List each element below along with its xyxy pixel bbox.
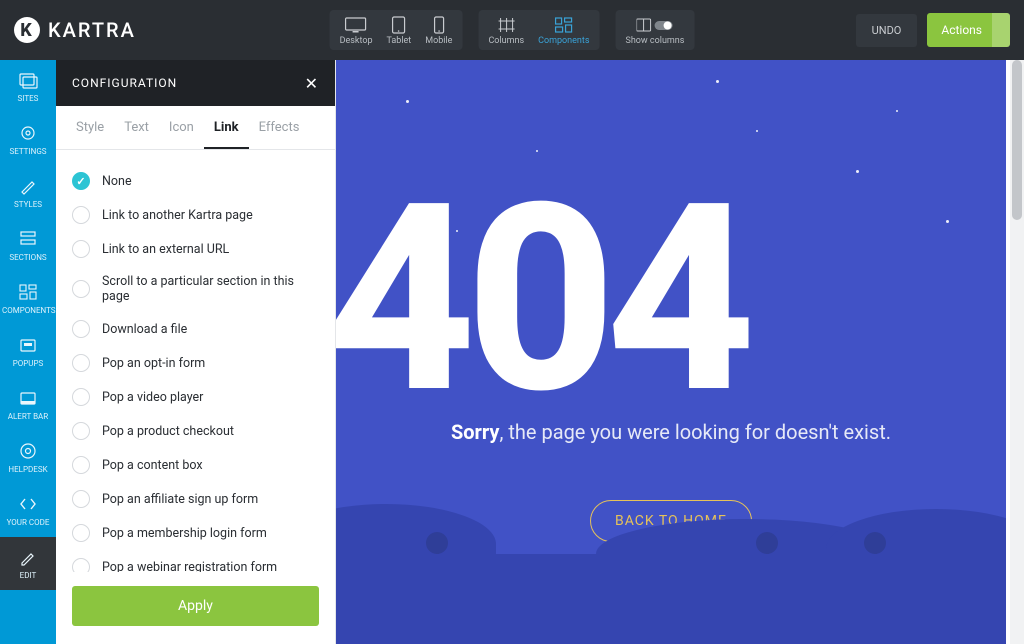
brand-mark-icon: K xyxy=(14,17,40,43)
canvas: 404 Sorry, the page you were looking for… xyxy=(336,60,1024,644)
option-kartra-page[interactable]: Link to another Kartra page xyxy=(72,198,319,232)
radio-icon xyxy=(72,280,90,298)
tab-link[interactable]: Link xyxy=(204,106,249,149)
rail-styles[interactable]: STYLES xyxy=(0,166,56,219)
radio-icon xyxy=(72,172,90,190)
radio-icon xyxy=(72,240,90,258)
columns-icon xyxy=(488,16,524,34)
tab-style[interactable]: Style xyxy=(66,106,114,149)
sections-icon xyxy=(2,229,54,249)
brand-text: KARTRA xyxy=(48,18,136,42)
radio-icon xyxy=(72,354,90,372)
viewport-mobile[interactable]: Mobile xyxy=(425,16,452,46)
showcols-group: Show columns xyxy=(615,10,694,50)
radio-icon xyxy=(72,206,90,224)
option-download[interactable]: Download a file xyxy=(72,312,319,346)
error-404-heading: 404 xyxy=(336,170,746,430)
ground-decor xyxy=(336,554,1006,644)
option-scroll-section[interactable]: Scroll to a particular section in this p… xyxy=(72,266,319,312)
rail-popups[interactable]: POPUPS xyxy=(0,325,56,378)
top-right: UNDO Actions xyxy=(856,13,1010,47)
top-bar: K KARTRA Desktop Tablet Mobile Columns xyxy=(0,0,1024,60)
tab-text[interactable]: Text xyxy=(114,106,159,149)
tab-icon[interactable]: Icon xyxy=(159,106,204,149)
config-panel: CONFIGURATION ✕ Style Text Icon Link Eff… xyxy=(56,60,336,644)
pencil-icon xyxy=(2,547,54,567)
viewport-desktop[interactable]: Desktop xyxy=(340,16,373,46)
panel-footer: Apply xyxy=(56,572,335,644)
gear-icon xyxy=(2,123,54,143)
layout-group: Columns Components xyxy=(478,10,599,50)
rail-yourcode[interactable]: YOUR CODE xyxy=(0,484,56,537)
vertical-scrollbar[interactable] xyxy=(1010,60,1024,644)
rail-edit[interactable]: EDIT xyxy=(0,537,56,590)
page-preview[interactable]: 404 Sorry, the page you were looking for… xyxy=(336,60,1006,644)
helpdesk-icon xyxy=(2,441,54,461)
toggle-icon xyxy=(625,16,684,34)
show-columns-toggle[interactable]: Show columns xyxy=(625,16,684,46)
panel-title: CONFIGURATION xyxy=(72,76,177,90)
radio-icon xyxy=(72,524,90,542)
tablet-icon xyxy=(387,16,412,34)
close-icon[interactable]: ✕ xyxy=(305,74,319,93)
panel-header: CONFIGURATION ✕ xyxy=(56,60,335,106)
radio-icon xyxy=(72,456,90,474)
radio-icon xyxy=(72,558,90,572)
components-grid-icon xyxy=(2,282,54,302)
viewport-group: Desktop Tablet Mobile xyxy=(330,10,463,50)
top-tool-groups: Desktop Tablet Mobile Columns Components xyxy=(330,10,695,50)
radio-icon xyxy=(72,388,90,406)
option-webinar[interactable]: Pop a webinar registration form xyxy=(72,550,319,572)
actions-button[interactable]: Actions xyxy=(927,13,1010,47)
mobile-icon xyxy=(425,16,452,34)
left-rail: SITES SETTINGS STYLES SECTIONS COMPONENT… xyxy=(0,60,56,644)
rail-sections[interactable]: SECTIONS xyxy=(0,219,56,272)
components-tool[interactable]: Components xyxy=(538,16,589,46)
rail-alertbar[interactable]: ALERT BAR xyxy=(0,378,56,431)
radio-icon xyxy=(72,490,90,508)
radio-icon xyxy=(72,320,90,338)
components-icon xyxy=(538,16,589,34)
option-external-url[interactable]: Link to an external URL xyxy=(72,232,319,266)
option-checkout[interactable]: Pop a product checkout xyxy=(72,414,319,448)
brand-logo: K KARTRA xyxy=(14,17,136,43)
rail-settings[interactable]: SETTINGS xyxy=(0,113,56,166)
scroll-thumb[interactable] xyxy=(1012,60,1022,220)
alertbar-icon xyxy=(2,388,54,408)
rail-components[interactable]: COMPONENTS xyxy=(0,272,56,325)
rail-sites[interactable]: SITES xyxy=(0,60,56,113)
columns-tool[interactable]: Columns xyxy=(488,16,524,46)
option-affiliate[interactable]: Pop an affiliate sign up form xyxy=(72,482,319,516)
radio-icon xyxy=(72,422,90,440)
desktop-icon xyxy=(340,16,373,34)
option-optin[interactable]: Pop an opt-in form xyxy=(72,346,319,380)
option-video[interactable]: Pop a video player xyxy=(72,380,319,414)
sites-icon xyxy=(2,70,54,90)
option-membership[interactable]: Pop a membership login form xyxy=(72,516,319,550)
rail-helpdesk[interactable]: HELPDESK xyxy=(0,431,56,484)
popup-icon xyxy=(2,335,54,355)
apply-button[interactable]: Apply xyxy=(72,586,319,626)
viewport-tablet[interactable]: Tablet xyxy=(387,16,412,46)
panel-tabs: Style Text Icon Link Effects xyxy=(56,106,335,150)
tab-effects[interactable]: Effects xyxy=(249,106,310,149)
option-contentbox[interactable]: Pop a content box xyxy=(72,448,319,482)
option-none[interactable]: None xyxy=(72,164,319,198)
error-message: Sorry, the page you were looking for doe… xyxy=(336,420,1006,444)
brush-icon xyxy=(2,176,54,196)
link-options: None Link to another Kartra page Link to… xyxy=(56,150,335,572)
code-icon xyxy=(2,494,54,514)
undo-button[interactable]: UNDO xyxy=(856,14,918,47)
